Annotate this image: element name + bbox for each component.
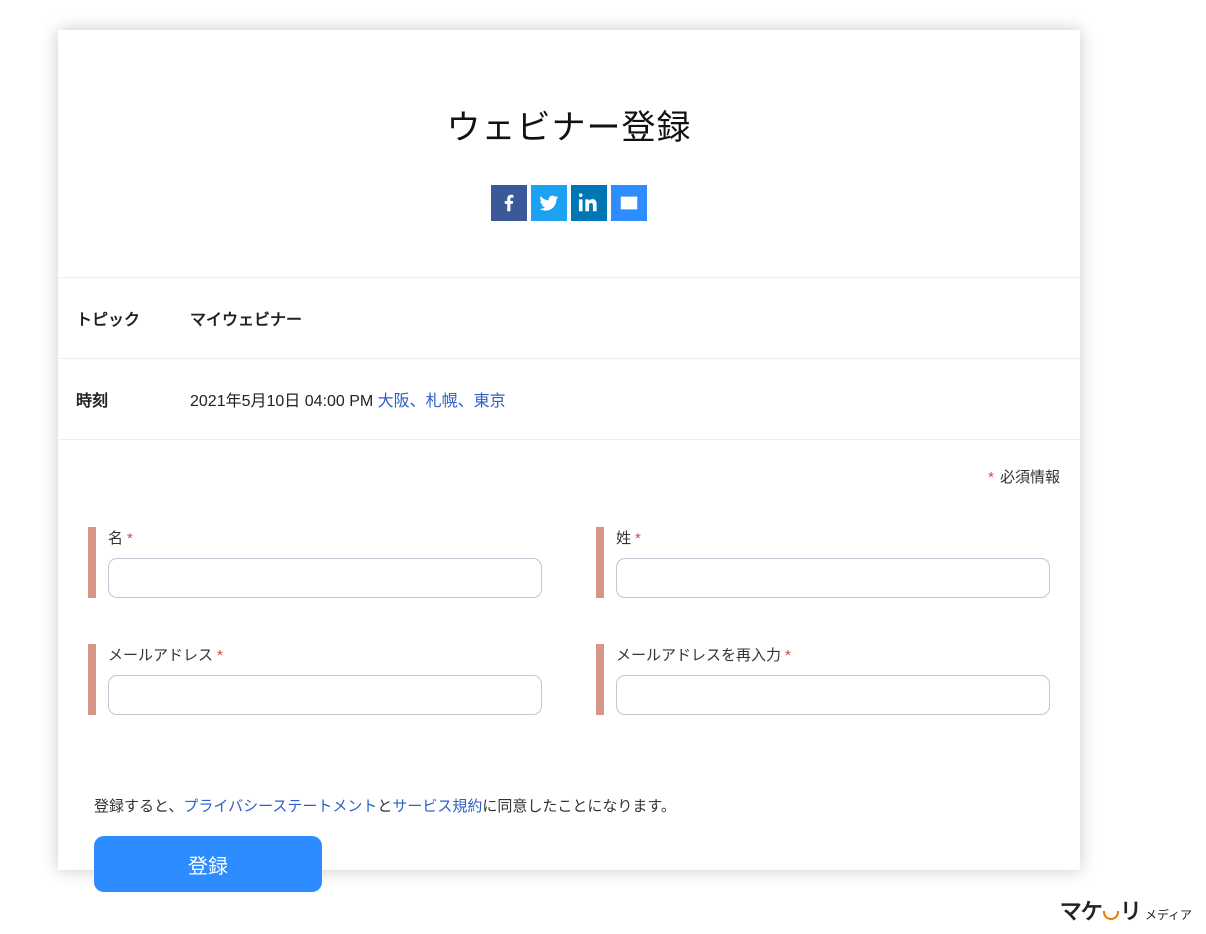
timezone-link[interactable]: 大阪、札幌、東京: [378, 393, 506, 410]
asterisk-icon: *: [785, 647, 791, 664]
twitter-icon[interactable]: [531, 185, 567, 221]
email-field: メールアドレス*: [88, 644, 542, 715]
webinar-info: トピック マイウェビナー 時刻 2021年5月10日 04:00 PM 大阪、札…: [58, 277, 1080, 440]
registration-panel: ウェビナー登録 トピック マイウェビナー 時刻 2021年5月10日 04:00…: [58, 30, 1080, 870]
time-value: 2021年5月10日 04:00 PM 大阪、札幌、東京: [190, 387, 506, 411]
topic-value: マイウェビナー: [190, 306, 302, 330]
topic-row: トピック マイウェビナー: [58, 278, 1080, 359]
email-confirm-input[interactable]: [616, 675, 1050, 715]
first-name-input[interactable]: [108, 558, 542, 598]
privacy-link[interactable]: プライバシーステートメント: [183, 798, 377, 815]
email-input[interactable]: [108, 675, 542, 715]
first-name-field: 名*: [88, 527, 542, 598]
email-confirm-field: メールアドレスを再入力*: [596, 644, 1050, 715]
facebook-icon[interactable]: [491, 185, 527, 221]
social-share-row: [58, 185, 1080, 221]
first-name-label: 名*: [108, 527, 542, 548]
asterisk-icon: *: [635, 530, 641, 547]
terms-link[interactable]: サービス規約: [392, 798, 482, 815]
register-button[interactable]: 登録: [94, 836, 322, 892]
last-name-label: 姓*: [616, 527, 1050, 548]
smile-icon: [1103, 911, 1119, 920]
asterisk-icon: *: [127, 530, 133, 547]
required-note: * 必須情報: [58, 466, 1080, 487]
asterisk-icon: *: [988, 469, 994, 486]
time-label: 時刻: [76, 387, 190, 411]
watermark-brand: マケリ: [1060, 894, 1141, 926]
linkedin-icon[interactable]: [571, 185, 607, 221]
last-name-field: 姓*: [596, 527, 1050, 598]
watermark: マケリ メディア: [1060, 894, 1192, 926]
registration-form: 名* 姓* メールアドレス* メールアドレスを再入力*: [58, 527, 1080, 715]
email-confirm-label: メールアドレスを再入力*: [616, 644, 1050, 665]
page-title: ウェビナー登録: [58, 100, 1080, 149]
watermark-sub: メディア: [1145, 906, 1192, 923]
email-label: メールアドレス*: [108, 644, 542, 665]
last-name-input[interactable]: [616, 558, 1050, 598]
topic-label: トピック: [76, 306, 190, 330]
agreement-text: 登録すると、プライバシーステートメントとサービス規約に同意したことになります。: [58, 795, 1080, 816]
time-row: 時刻 2021年5月10日 04:00 PM 大阪、札幌、東京: [58, 359, 1080, 440]
time-text: 2021年5月10日 04:00 PM: [190, 393, 378, 410]
asterisk-icon: *: [217, 647, 223, 664]
required-note-text: 必須情報: [1000, 469, 1060, 486]
email-icon[interactable]: [611, 185, 647, 221]
